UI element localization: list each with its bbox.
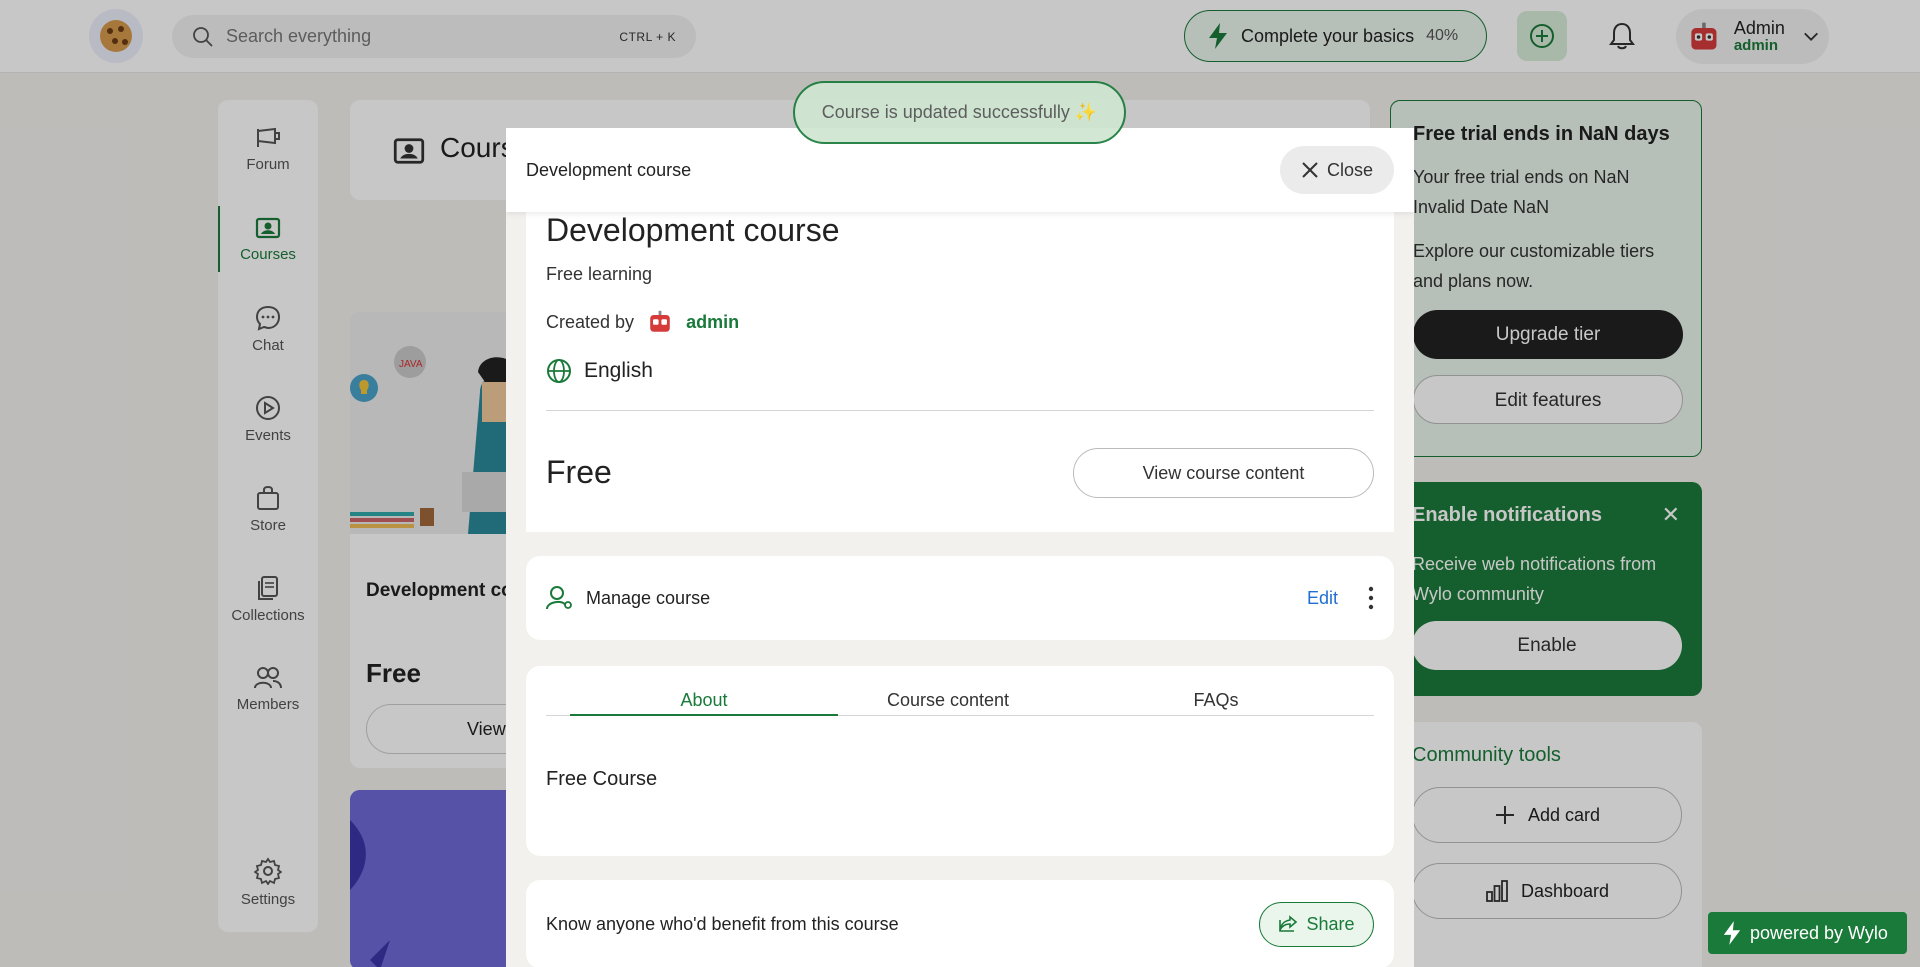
powered-by-badge[interactable]: powered by Wylo [1708, 912, 1907, 954]
lightning-icon [1723, 921, 1741, 945]
about-text: Free Course [546, 768, 658, 790]
tab-bar: About Course content FAQs [546, 690, 1374, 716]
close-button[interactable]: Close [1280, 146, 1394, 194]
globe-icon [547, 359, 571, 383]
share-section: Know anyone who'd benefit from this cour… [526, 880, 1394, 967]
divider [546, 410, 1374, 411]
close-icon [1302, 162, 1318, 178]
user-settings-icon [546, 586, 572, 610]
edit-link[interactable]: Edit [1307, 588, 1338, 609]
manage-course-label: Manage course [586, 587, 711, 608]
created-by: Created by admin [546, 308, 739, 336]
created-by-label: Created by [546, 311, 635, 332]
course-details-tabs: About Course content FAQs Free Course [526, 666, 1394, 856]
share-label: Share [1306, 913, 1355, 934]
tab-faqs[interactable]: FAQs [1082, 690, 1350, 715]
view-course-content-button[interactable]: View course content [1073, 448, 1374, 498]
modal-title: Development course [526, 160, 692, 180]
close-label: Close [1326, 159, 1374, 180]
success-toast: Course is updated successfully ✨ [793, 81, 1126, 144]
course-modal: Development course Close Development cou… [506, 128, 1414, 967]
share-prompt: Know anyone who'd benefit from this cour… [546, 913, 899, 934]
course-title: Development course [546, 212, 840, 248]
course-subtitle: Free learning [546, 264, 653, 284]
avatar [650, 310, 670, 332]
creator-link[interactable]: admin [686, 312, 739, 333]
tab-course-content[interactable]: Course content [814, 690, 1082, 715]
tab-about[interactable]: About [570, 690, 838, 716]
course-price: Free [546, 454, 612, 490]
powered-label: powered by Wylo [1750, 922, 1888, 943]
course-language: English [546, 358, 653, 384]
manage-course-section: Manage course Edit [526, 556, 1394, 640]
share-icon [1279, 915, 1298, 932]
share-button[interactable]: Share [1259, 901, 1374, 947]
more-vertical-icon[interactable] [1368, 586, 1374, 610]
course-overview: Development course Free learning Created… [526, 198, 1394, 532]
language-label: English [584, 359, 653, 382]
